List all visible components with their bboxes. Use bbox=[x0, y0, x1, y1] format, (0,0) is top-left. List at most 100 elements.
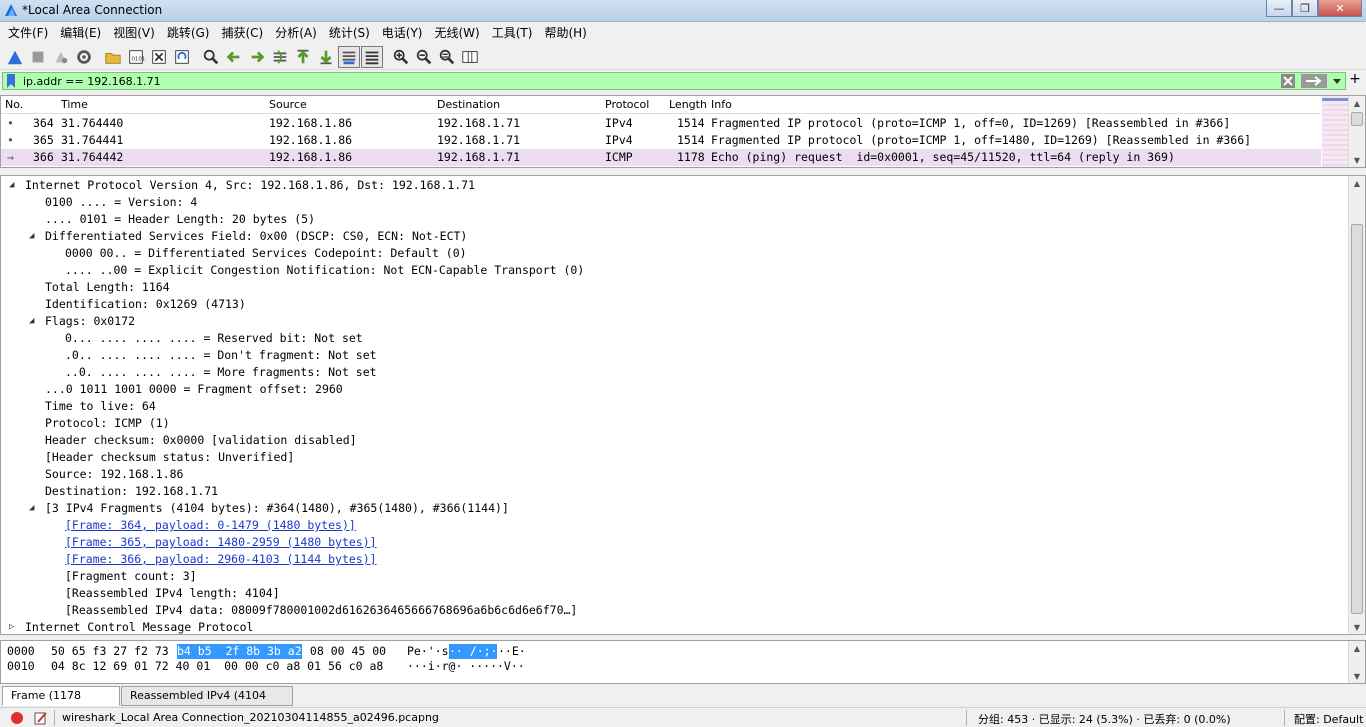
filter-history-dropdown-icon[interactable] bbox=[1333, 77, 1341, 85]
column-header-destination[interactable]: Destination bbox=[437, 98, 500, 111]
stop-icon[interactable] bbox=[27, 46, 49, 68]
resize-columns-icon[interactable] bbox=[459, 46, 481, 68]
collapse-arrow-icon[interactable]: ◢ bbox=[9, 177, 19, 194]
zoom-normal-icon[interactable] bbox=[436, 46, 458, 68]
scroll-down-icon[interactable]: ▼ bbox=[1349, 669, 1365, 683]
scroll-up-icon[interactable]: ▲ bbox=[1349, 96, 1365, 110]
menu-item-8[interactable]: 无线(W) bbox=[431, 23, 484, 43]
fragment-frame-link[interactable]: [Frame: 365, payload: 1480-2959 (1480 by… bbox=[65, 534, 377, 551]
column-header-time[interactable]: Time bbox=[61, 98, 88, 111]
col-source: 192.168.1.86 bbox=[269, 116, 353, 130]
shark-fin-icon[interactable] bbox=[4, 46, 26, 68]
details-scrollbar[interactable]: ▲ ▼ bbox=[1348, 176, 1365, 634]
go-to-packet-icon[interactable] bbox=[269, 46, 291, 68]
autoscroll-icon[interactable] bbox=[338, 45, 360, 68]
display-filter-bar[interactable]: ip.addr == 192.168.1.71 bbox=[2, 72, 1346, 90]
zoom-in-icon[interactable] bbox=[390, 46, 412, 68]
packet-list[interactable]: No. Time Source Destination Protocol Length In… bbox=[0, 95, 1366, 168]
scroll-up-icon[interactable]: ▲ bbox=[1349, 641, 1365, 655]
packet-row[interactable]: • 364 31.764440 192.168.1.86 192.168.1.71 IPv… bbox=[1, 115, 1321, 132]
column-header-no[interactable]: No. bbox=[5, 98, 23, 111]
column-header-length[interactable]: Length bbox=[669, 98, 707, 111]
menu-item-4[interactable]: 捕获(C) bbox=[217, 23, 267, 43]
scroll-down-icon[interactable]: ▼ bbox=[1349, 153, 1365, 167]
hex-bytes: 08 00 45 00 bbox=[303, 644, 387, 658]
packet-bytes-pane[interactable]: 0000 50 65 f3 27 f2 73 b4 b5 2f 8b 3b a2 … bbox=[0, 640, 1366, 684]
tab-reassembled-bytes[interactable]: Reassembled IPv4 (4104 bytes) bbox=[121, 686, 293, 720]
svg-text:0101: 0101 bbox=[132, 56, 146, 62]
ascii-bytes-highlighted: ·· /·;· bbox=[449, 644, 498, 659]
menu-item-1[interactable]: 编辑(E) bbox=[56, 23, 105, 43]
capture-comment-icon[interactable] bbox=[34, 711, 48, 725]
menu-item-0[interactable]: 文件(F) bbox=[4, 23, 52, 43]
expand-arrow-icon[interactable]: ▷ bbox=[9, 619, 19, 634]
colorize-icon[interactable] bbox=[361, 45, 383, 68]
minimize-button[interactable]: — bbox=[1266, 0, 1292, 17]
scroll-thumb[interactable] bbox=[1351, 112, 1363, 126]
bytes-scrollbar[interactable]: ▲ ▼ bbox=[1348, 641, 1365, 683]
packet-row[interactable]: • 365 31.764441 192.168.1.86 192.168.1.71 IPv… bbox=[1, 132, 1321, 149]
restart-icon[interactable] bbox=[50, 46, 72, 68]
packet-row[interactable]: → 366 31.764442 192.168.1.86 192.168.1.71 ICM… bbox=[1, 149, 1321, 166]
menu-item-6[interactable]: 统计(S) bbox=[325, 23, 374, 43]
menu-item-10[interactable]: 帮助(H) bbox=[540, 23, 590, 43]
fragment-frame-link[interactable]: [Frame: 364, payload: 0-1479 (1480 bytes… bbox=[65, 517, 356, 534]
detail-text: [Reassembled IPv4 data: 08009f780001002d… bbox=[65, 603, 578, 617]
packet-minimap[interactable] bbox=[1322, 96, 1348, 167]
menu-item-3[interactable]: 跳转(G) bbox=[163, 23, 214, 43]
add-filter-button[interactable]: + bbox=[1348, 71, 1362, 89]
hex-bytes-highlighted: b4 b5 2f 8b 3b a2 bbox=[177, 644, 302, 659]
menu-item-9[interactable]: 工具(T) bbox=[488, 23, 537, 43]
request-arrow-icon: → bbox=[7, 150, 14, 164]
byte-view-tabs: Frame (1178 bytes) Reassembled IPv4 (410… bbox=[0, 685, 1366, 720]
filter-bookmark-icon[interactable] bbox=[6, 74, 16, 88]
maximize-button[interactable]: ❐ bbox=[1292, 0, 1318, 17]
first-packet-icon[interactable] bbox=[292, 46, 314, 68]
go-forward-icon[interactable] bbox=[246, 46, 268, 68]
scroll-down-icon[interactable]: ▼ bbox=[1349, 620, 1365, 634]
expert-info-icon[interactable] bbox=[10, 711, 24, 725]
save-file-icon[interactable]: 0101 bbox=[125, 46, 147, 68]
zoom-out-icon[interactable] bbox=[413, 46, 435, 68]
detail-text: Identification: 0x1269 (4713) bbox=[45, 297, 246, 311]
display-filter-input[interactable]: ip.addr == 192.168.1.71 bbox=[23, 74, 161, 89]
detail-text: Source: 192.168.1.86 bbox=[45, 467, 184, 481]
close-file-icon[interactable] bbox=[148, 46, 170, 68]
tab-frame-bytes[interactable]: Frame (1178 bytes) bbox=[2, 686, 120, 720]
col-source: 192.168.1.86 bbox=[269, 150, 353, 164]
menu-item-2[interactable]: 视图(V) bbox=[109, 23, 159, 43]
detail-text: Internet Control Message Protocol bbox=[25, 620, 254, 634]
close-window-button[interactable]: ✕ bbox=[1318, 0, 1362, 17]
apply-filter-icon[interactable] bbox=[1301, 74, 1327, 88]
column-header-protocol[interactable]: Protocol bbox=[605, 98, 649, 111]
reload-icon[interactable] bbox=[171, 46, 193, 68]
scroll-up-icon[interactable]: ▲ bbox=[1349, 176, 1365, 190]
collapse-arrow-icon[interactable]: ◢ bbox=[29, 313, 39, 330]
last-packet-icon[interactable] bbox=[315, 46, 337, 68]
col-no: 365 bbox=[33, 133, 54, 147]
collapse-arrow-icon[interactable]: ◢ bbox=[29, 500, 39, 517]
fragment-frame-link[interactable]: [Frame: 366, payload: 2960-4103 (1144 by… bbox=[65, 551, 377, 568]
menu-item-7[interactable]: 电话(Y) bbox=[378, 23, 427, 43]
packet-details-pane[interactable]: ◢ Internet Protocol Version 4, Src: 192.1… bbox=[0, 175, 1366, 635]
go-back-icon[interactable] bbox=[223, 46, 245, 68]
clear-filter-icon[interactable] bbox=[1281, 74, 1295, 88]
packet-list-header: No. Time Source Destination Protocol Length In… bbox=[1, 96, 1321, 114]
capture-file-name: wireshark_Local Area Connection_20210304… bbox=[62, 711, 439, 724]
find-icon[interactable] bbox=[200, 46, 222, 68]
status-separator bbox=[1284, 710, 1285, 726]
col-protocol: ICMP bbox=[605, 150, 633, 164]
packet-list-scrollbar[interactable]: ▲ ▼ bbox=[1348, 96, 1365, 167]
detail-text: [Header checksum status: Unverified] bbox=[45, 450, 295, 464]
column-header-source[interactable]: Source bbox=[269, 98, 307, 111]
detail-text: Header checksum: 0x0000 [validation disa… bbox=[45, 433, 357, 447]
menu-item-5[interactable]: 分析(A) bbox=[271, 23, 321, 43]
options-gear-icon[interactable] bbox=[73, 46, 95, 68]
open-folder-icon[interactable] bbox=[102, 46, 124, 68]
collapse-arrow-icon[interactable]: ◢ bbox=[29, 228, 39, 245]
profile-indicator[interactable]: 配置: Default bbox=[1294, 711, 1363, 727]
scroll-thumb[interactable] bbox=[1351, 224, 1363, 614]
column-header-info[interactable]: Info bbox=[711, 98, 732, 111]
col-protocol: IPv4 bbox=[605, 133, 633, 147]
col-no: 366 bbox=[33, 150, 54, 164]
